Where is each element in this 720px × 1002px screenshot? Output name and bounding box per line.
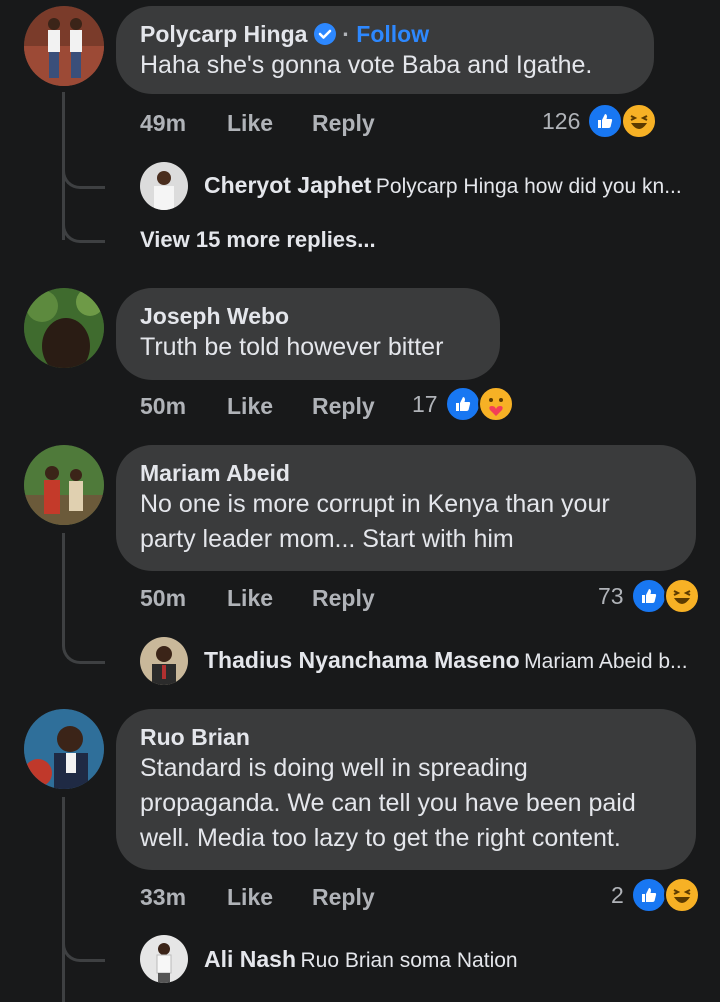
reply-preview[interactable]: Thadius Nyanchama Maseno Mariam Abeid b.…	[204, 647, 694, 674]
comment-time[interactable]: 50m	[140, 393, 186, 420]
separator-dot: ·	[342, 21, 350, 47]
haha-reaction-icon[interactable]	[664, 877, 700, 913]
thread-line	[62, 533, 65, 633]
reply-author[interactable]: Cheryot Japhet	[204, 172, 371, 198]
reply-preview[interactable]: Cheryot Japhet Polycarp Hinga how did yo…	[204, 172, 694, 199]
thread-elbow	[62, 204, 105, 243]
thread-elbow	[62, 923, 105, 962]
reply-text: Mariam Abeid b...	[524, 650, 688, 673]
comment-text: well. Media too lazy to get the right co…	[140, 824, 621, 852]
avatar-mariam-abeid[interactable]	[24, 445, 104, 525]
reply-button[interactable]: Reply	[312, 110, 375, 137]
like-button[interactable]: Like	[227, 110, 273, 137]
thread-elbow	[62, 625, 105, 664]
comment-text: Standard is doing well in spreading	[140, 754, 528, 782]
comment-time[interactable]: 33m	[140, 884, 186, 911]
comment-bubble[interactable]: Polycarp Hinga · Follow Haha she's gonna…	[116, 6, 654, 94]
like-button[interactable]: Like	[227, 884, 273, 911]
comment-text: Haha she's gonna vote Baba and Igathe.	[140, 51, 593, 79]
comment-text: No one is more corrupt in Kenya than you…	[140, 490, 610, 518]
haha-reaction-icon[interactable]	[664, 578, 700, 614]
comment-bubble[interactable]: Joseph Webo Truth be told however bitter	[116, 288, 500, 380]
reaction-count[interactable]: 2	[611, 882, 624, 909]
reply-button[interactable]: Reply	[312, 585, 375, 612]
avatar-ruo-brian[interactable]	[24, 709, 104, 789]
comment-bubble[interactable]: Ruo Brian Standard is doing well in spre…	[116, 709, 696, 870]
view-more-replies-link[interactable]: View 15 more replies...	[140, 227, 376, 253]
comment-author[interactable]: Mariam Abeid	[140, 459, 672, 487]
thread-line	[62, 797, 65, 1002]
reply-text: Ruo Brian soma Nation	[300, 949, 518, 972]
reaction-count[interactable]: 73	[598, 583, 624, 610]
haha-reaction-icon[interactable]	[621, 103, 657, 139]
comment-author[interactable]: Polycarp Hinga · Follow	[140, 20, 630, 48]
comment-text: propaganda. We can tell you have been pa…	[140, 789, 636, 817]
like-button[interactable]: Like	[227, 585, 273, 612]
care-reaction-icon[interactable]	[478, 386, 514, 422]
avatar-ali-nash[interactable]	[140, 935, 188, 983]
thread-elbow	[62, 150, 105, 189]
like-button[interactable]: Like	[227, 393, 273, 420]
reply-text: Polycarp Hinga how did you kn...	[375, 175, 682, 198]
reply-button[interactable]: Reply	[312, 884, 375, 911]
reaction-count[interactable]: 126	[542, 108, 580, 135]
reply-author[interactable]: Ali Nash	[204, 946, 296, 972]
like-reaction-icon[interactable]	[631, 578, 667, 614]
like-reaction-icon[interactable]	[587, 103, 623, 139]
comment-time[interactable]: 50m	[140, 585, 186, 612]
author-name[interactable]: Polycarp Hinga	[140, 21, 307, 47]
avatar-thadius-nyanchama-maseno[interactable]	[140, 637, 188, 685]
like-reaction-icon[interactable]	[631, 877, 667, 913]
follow-button[interactable]: Follow	[356, 21, 429, 47]
comment-text: party leader mom... Start with him	[140, 525, 514, 553]
avatar-polycarp-hinga[interactable]	[24, 6, 104, 86]
reply-preview[interactable]: Ali Nash Ruo Brian soma Nation	[204, 946, 694, 973]
reply-button[interactable]: Reply	[312, 393, 375, 420]
reply-author[interactable]: Thadius Nyanchama Maseno	[204, 647, 520, 673]
reaction-count[interactable]: 17	[412, 391, 438, 418]
comment-author[interactable]: Joseph Webo	[140, 302, 476, 330]
comment-author[interactable]: Ruo Brian	[140, 723, 672, 751]
verified-badge-icon	[313, 23, 336, 45]
like-reaction-icon[interactable]	[445, 386, 481, 422]
comment-text: Truth be told however bitter	[140, 333, 444, 361]
comment-time[interactable]: 49m	[140, 110, 186, 137]
avatar-joseph-webo[interactable]	[24, 288, 104, 368]
comment-bubble[interactable]: Mariam Abeid No one is more corrupt in K…	[116, 445, 696, 571]
avatar-cheryot-japhet[interactable]	[140, 162, 188, 210]
